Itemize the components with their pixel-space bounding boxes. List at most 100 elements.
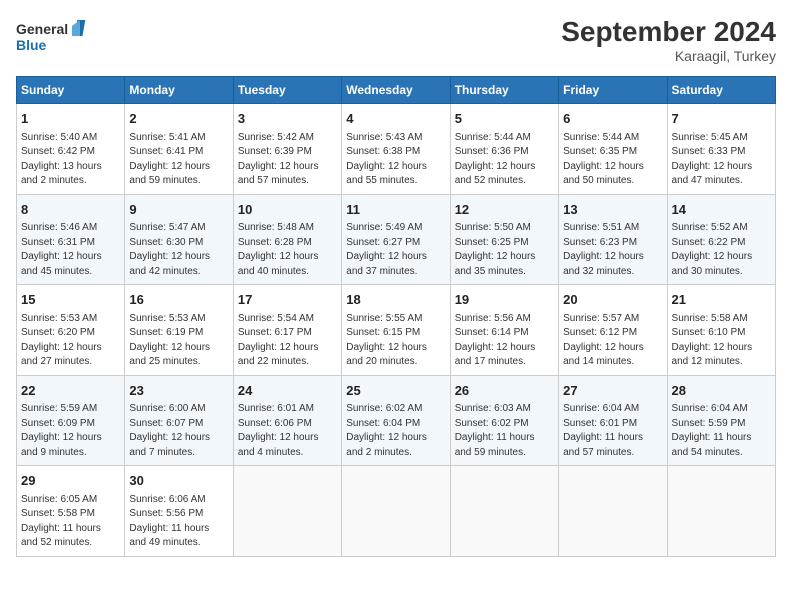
day-number: 5 (455, 109, 554, 129)
day-cell: 12Sunrise: 5:50 AMSunset: 6:25 PMDayligh… (450, 194, 558, 285)
day-number: 8 (21, 200, 120, 220)
week-row-5: 29Sunrise: 6:05 AMSunset: 5:58 PMDayligh… (17, 466, 776, 557)
day-info: Sunrise: 6:02 AMSunset: 6:04 PMDaylight:… (346, 402, 445, 460)
day-info: Sunrise: 6:00 AMSunset: 6:07 PMDaylight:… (129, 402, 228, 460)
day-cell: 5Sunrise: 5:44 AMSunset: 6:36 PMDaylight… (450, 104, 558, 195)
day-number: 11 (346, 200, 445, 220)
weekday-header-sunday: Sunday (17, 77, 125, 104)
day-info: Sunrise: 5:43 AMSunset: 6:38 PMDaylight:… (346, 131, 445, 189)
day-cell: 20Sunrise: 5:57 AMSunset: 6:12 PMDayligh… (559, 285, 667, 376)
day-number: 6 (563, 109, 662, 129)
week-row-1: 1Sunrise: 5:40 AMSunset: 6:42 PMDaylight… (17, 104, 776, 195)
day-cell: 3Sunrise: 5:42 AMSunset: 6:39 PMDaylight… (233, 104, 341, 195)
day-cell: 6Sunrise: 5:44 AMSunset: 6:35 PMDaylight… (559, 104, 667, 195)
day-number: 20 (563, 290, 662, 310)
day-cell (450, 466, 558, 557)
day-number: 15 (21, 290, 120, 310)
logo: General Blue (16, 16, 86, 56)
day-info: Sunrise: 5:52 AMSunset: 6:22 PMDaylight:… (672, 221, 771, 279)
day-info: Sunrise: 5:55 AMSunset: 6:15 PMDaylight:… (346, 312, 445, 370)
day-number: 17 (238, 290, 337, 310)
day-info: Sunrise: 5:46 AMSunset: 6:31 PMDaylight:… (21, 221, 120, 279)
day-cell: 23Sunrise: 6:00 AMSunset: 6:07 PMDayligh… (125, 375, 233, 466)
day-number: 26 (455, 381, 554, 401)
day-number: 10 (238, 200, 337, 220)
day-number: 13 (563, 200, 662, 220)
svg-text:General: General (16, 21, 68, 37)
day-number: 7 (672, 109, 771, 129)
day-cell: 26Sunrise: 6:03 AMSunset: 6:02 PMDayligh… (450, 375, 558, 466)
day-cell: 21Sunrise: 5:58 AMSunset: 6:10 PMDayligh… (667, 285, 775, 376)
day-cell: 28Sunrise: 6:04 AMSunset: 5:59 PMDayligh… (667, 375, 775, 466)
weekday-header-row: SundayMondayTuesdayWednesdayThursdayFrid… (17, 77, 776, 104)
day-cell: 15Sunrise: 5:53 AMSunset: 6:20 PMDayligh… (17, 285, 125, 376)
day-info: Sunrise: 6:05 AMSunset: 5:58 PMDaylight:… (21, 493, 120, 551)
day-number: 16 (129, 290, 228, 310)
calendar-table: SundayMondayTuesdayWednesdayThursdayFrid… (16, 76, 776, 557)
day-cell: 27Sunrise: 6:04 AMSunset: 6:01 PMDayligh… (559, 375, 667, 466)
day-cell: 4Sunrise: 5:43 AMSunset: 6:38 PMDaylight… (342, 104, 450, 195)
day-info: Sunrise: 5:42 AMSunset: 6:39 PMDaylight:… (238, 131, 337, 189)
day-info: Sunrise: 5:56 AMSunset: 6:14 PMDaylight:… (455, 312, 554, 370)
day-cell: 11Sunrise: 5:49 AMSunset: 6:27 PMDayligh… (342, 194, 450, 285)
day-info: Sunrise: 5:48 AMSunset: 6:28 PMDaylight:… (238, 221, 337, 279)
day-cell: 13Sunrise: 5:51 AMSunset: 6:23 PMDayligh… (559, 194, 667, 285)
day-info: Sunrise: 5:53 AMSunset: 6:19 PMDaylight:… (129, 312, 228, 370)
day-number: 21 (672, 290, 771, 310)
day-cell (559, 466, 667, 557)
location-subtitle: Karaagil, Turkey (561, 48, 776, 64)
day-info: Sunrise: 5:44 AMSunset: 6:35 PMDaylight:… (563, 131, 662, 189)
day-info: Sunrise: 5:57 AMSunset: 6:12 PMDaylight:… (563, 312, 662, 370)
week-row-3: 15Sunrise: 5:53 AMSunset: 6:20 PMDayligh… (17, 285, 776, 376)
day-cell: 22Sunrise: 5:59 AMSunset: 6:09 PMDayligh… (17, 375, 125, 466)
day-info: Sunrise: 5:58 AMSunset: 6:10 PMDaylight:… (672, 312, 771, 370)
day-number: 28 (672, 381, 771, 401)
day-info: Sunrise: 5:40 AMSunset: 6:42 PMDaylight:… (21, 131, 120, 189)
day-number: 30 (129, 471, 228, 491)
day-cell: 17Sunrise: 5:54 AMSunset: 6:17 PMDayligh… (233, 285, 341, 376)
day-info: Sunrise: 6:04 AMSunset: 6:01 PMDaylight:… (563, 402, 662, 460)
day-number: 1 (21, 109, 120, 129)
day-cell: 14Sunrise: 5:52 AMSunset: 6:22 PMDayligh… (667, 194, 775, 285)
day-number: 12 (455, 200, 554, 220)
day-number: 23 (129, 381, 228, 401)
week-row-2: 8Sunrise: 5:46 AMSunset: 6:31 PMDaylight… (17, 194, 776, 285)
logo-svg: General Blue (16, 16, 86, 56)
day-cell (667, 466, 775, 557)
day-cell: 18Sunrise: 5:55 AMSunset: 6:15 PMDayligh… (342, 285, 450, 376)
day-info: Sunrise: 6:01 AMSunset: 6:06 PMDaylight:… (238, 402, 337, 460)
title-block: September 2024 Karaagil, Turkey (561, 16, 776, 64)
day-info: Sunrise: 5:41 AMSunset: 6:41 PMDaylight:… (129, 131, 228, 189)
day-info: Sunrise: 6:03 AMSunset: 6:02 PMDaylight:… (455, 402, 554, 460)
day-number: 22 (21, 381, 120, 401)
day-info: Sunrise: 5:45 AMSunset: 6:33 PMDaylight:… (672, 131, 771, 189)
weekday-header-tuesday: Tuesday (233, 77, 341, 104)
day-cell: 25Sunrise: 6:02 AMSunset: 6:04 PMDayligh… (342, 375, 450, 466)
day-info: Sunrise: 5:51 AMSunset: 6:23 PMDaylight:… (563, 221, 662, 279)
day-info: Sunrise: 5:59 AMSunset: 6:09 PMDaylight:… (21, 402, 120, 460)
day-number: 4 (346, 109, 445, 129)
day-number: 2 (129, 109, 228, 129)
day-cell (342, 466, 450, 557)
day-info: Sunrise: 5:49 AMSunset: 6:27 PMDaylight:… (346, 221, 445, 279)
day-number: 14 (672, 200, 771, 220)
day-cell: 19Sunrise: 5:56 AMSunset: 6:14 PMDayligh… (450, 285, 558, 376)
day-info: Sunrise: 5:53 AMSunset: 6:20 PMDaylight:… (21, 312, 120, 370)
day-cell (233, 466, 341, 557)
day-cell: 9Sunrise: 5:47 AMSunset: 6:30 PMDaylight… (125, 194, 233, 285)
day-number: 3 (238, 109, 337, 129)
day-info: Sunrise: 5:54 AMSunset: 6:17 PMDaylight:… (238, 312, 337, 370)
day-cell: 1Sunrise: 5:40 AMSunset: 6:42 PMDaylight… (17, 104, 125, 195)
day-cell: 10Sunrise: 5:48 AMSunset: 6:28 PMDayligh… (233, 194, 341, 285)
day-info: Sunrise: 5:50 AMSunset: 6:25 PMDaylight:… (455, 221, 554, 279)
weekday-header-thursday: Thursday (450, 77, 558, 104)
week-row-4: 22Sunrise: 5:59 AMSunset: 6:09 PMDayligh… (17, 375, 776, 466)
day-info: Sunrise: 5:47 AMSunset: 6:30 PMDaylight:… (129, 221, 228, 279)
day-info: Sunrise: 6:04 AMSunset: 5:59 PMDaylight:… (672, 402, 771, 460)
day-cell: 7Sunrise: 5:45 AMSunset: 6:33 PMDaylight… (667, 104, 775, 195)
day-number: 19 (455, 290, 554, 310)
month-title: September 2024 (561, 16, 776, 48)
day-number: 9 (129, 200, 228, 220)
day-cell: 2Sunrise: 5:41 AMSunset: 6:41 PMDaylight… (125, 104, 233, 195)
day-number: 24 (238, 381, 337, 401)
